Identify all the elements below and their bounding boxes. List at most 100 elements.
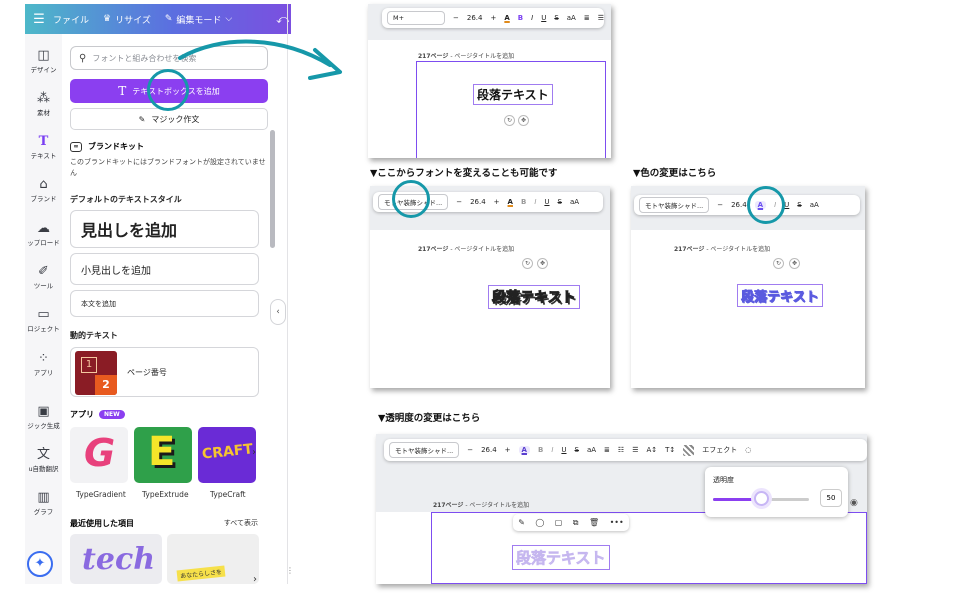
size-minus[interactable]: − [717,201,723,209]
size-minus[interactable]: − [456,198,462,206]
transparency-icon[interactable] [683,444,695,456]
bold-icon[interactable]: B [538,446,543,454]
font-size-value[interactable]: 26.4 [470,198,486,206]
rail-item-projects[interactable]: ▭ ロジェクト [25,307,62,333]
font-size-value[interactable]: 26.4 [467,14,483,22]
paragraph-text[interactable]: 段落テキスト [512,545,610,570]
app-typegradient[interactable]: G [70,427,128,483]
size-plus[interactable]: + [490,14,496,22]
rail-item-magic-media[interactable]: ▣ ジック生成 [25,404,62,430]
magic-write-button[interactable]: ✎ マジック作文 [70,108,268,130]
rail-item-apps[interactable]: ⁘ アプリ [25,351,62,377]
rail-item-tools[interactable]: ✐ ツール [25,264,62,290]
more-icon[interactable]: ••• [610,518,624,527]
underline-icon[interactable]: U [544,198,549,206]
edit-mode-menu[interactable]: ✎ 編集モード ⌵ [165,13,232,26]
rail-item-translate[interactable]: 文 u自動翻訳 [25,447,62,473]
rail-item-brand[interactable]: ⌂ ブランド [25,177,62,203]
effects-button[interactable]: エフェクト [702,445,737,455]
tools-icon: ✐ [38,264,49,279]
case-icon[interactable]: aA [587,446,596,454]
bold-icon[interactable]: B [518,14,523,22]
text-size-icon[interactable]: T↕ [665,446,675,454]
size-minus[interactable]: − [467,446,473,454]
paragraph-text[interactable]: 段落テキスト [737,284,823,307]
magic-edit-icon[interactable]: ✎ [518,518,525,527]
apps-next-icon[interactable]: › [252,447,256,458]
italic-icon[interactable]: I [531,14,533,22]
collapse-panel-button[interactable]: ‹ [270,299,286,325]
letter-spacing-icon[interactable]: A↕ [646,446,657,454]
comment-icon[interactable]: ◯ [535,518,544,527]
list-icon[interactable]: ☰ [598,14,604,22]
add-subheading-button[interactable]: 小見出しを追加 [70,253,259,285]
rail-item-elements[interactable]: ⁂ 素材 [25,91,62,117]
pencil-icon: ✎ [164,14,173,24]
size-plus[interactable]: + [494,198,500,206]
case-icon[interactable]: aA [810,201,819,209]
text-color-icon[interactable]: A [504,14,509,22]
align-icon[interactable]: ≣ [604,446,610,454]
resize-handle-icon[interactable]: ⋮ [286,566,294,575]
rotate-icon[interactable]: ↻ [504,115,515,126]
rail-item-chart[interactable]: ▥ グラフ [25,490,62,516]
rotate-icon[interactable]: ↻ [522,258,533,269]
bold-icon[interactable]: B [521,198,526,206]
add-body-button[interactable]: 本文を追加 [70,290,259,317]
add-heading-button[interactable]: 見出しを追加 [70,210,259,248]
rail-item-design[interactable]: ◫ デザイン [25,48,62,74]
strikethrough-icon[interactable]: S [558,198,562,206]
size-minus[interactable]: − [453,14,459,22]
case-icon[interactable]: aA [567,14,576,22]
size-plus[interactable]: + [505,446,511,454]
transparency-value-input[interactable]: 50 [820,489,842,507]
strikethrough-icon[interactable]: S [797,201,801,209]
recent-item-sticker[interactable]: あなたらしさを [167,534,259,584]
italic-icon[interactable]: I [534,198,536,206]
rotate-icon[interactable]: ↻ [773,258,784,269]
list-icon[interactable]: ☷ [618,446,624,454]
panel-scrollbar[interactable] [270,130,275,248]
file-menu[interactable]: ファイル [53,13,89,26]
animate-icon[interactable]: ◌ [745,446,751,454]
magic-wand-icon: ✎ [138,114,146,124]
font-size-value[interactable]: 26.4 [731,201,747,209]
italic-icon[interactable]: I [551,446,553,454]
eye-icon[interactable]: ◉ [850,498,858,508]
rail-item-upload[interactable]: ☁ ップロード [25,221,62,247]
underline-icon[interactable]: U [541,14,546,22]
text-color-icon[interactable]: A [508,198,513,206]
hamburger-icon[interactable]: ☰ [25,12,53,27]
strikethrough-icon[interactable]: S [575,446,579,454]
app-typecraft[interactable]: CRAFT [198,427,256,483]
see-all-link[interactable]: すべて表示 [224,518,258,528]
magic-assistant-button[interactable]: ✦ [27,551,53,577]
numbered-list-icon[interactable]: ☰ [632,446,638,454]
font-selector[interactable]: モトヤ装飾シャド... [639,197,710,213]
page-number-card[interactable]: 1 2 ページ番号 [70,347,259,397]
font-selector[interactable]: モトヤ装飾シャド... [389,442,460,458]
recent-item-tech[interactable]: tech [70,534,162,584]
recent-next-icon[interactable]: › [253,574,257,584]
case-icon[interactable]: aA [570,198,579,206]
strikethrough-icon[interactable]: S [554,14,558,22]
apps-icon: ⁘ [38,351,49,366]
lock-icon[interactable]: ▢ [555,518,563,527]
resize-menu[interactable]: ♛ リサイズ [103,13,151,26]
underline-icon[interactable]: U [561,446,566,454]
move-icon[interactable]: ✥ [789,258,800,269]
app-typeextrude[interactable]: E [134,427,192,483]
brand-icon: ⌂ [39,177,48,192]
paragraph-text[interactable]: 段落テキスト [473,84,553,105]
font-size-value[interactable]: 26.4 [481,446,497,454]
text-color-icon[interactable]: A [518,446,530,454]
align-icon[interactable]: ≣ [584,14,590,22]
trash-icon[interactable]: 🗑 [589,518,599,527]
paragraph-text[interactable]: 段落テキスト [488,285,580,309]
rail-item-text[interactable]: T テキスト [25,134,62,160]
font-selector[interactable]: M+ [387,11,445,25]
move-icon[interactable]: ✥ [518,115,529,126]
duplicate-icon[interactable]: ⧉ [573,518,579,528]
transparency-slider-thumb[interactable] [754,491,769,506]
move-icon[interactable]: ✥ [537,258,548,269]
